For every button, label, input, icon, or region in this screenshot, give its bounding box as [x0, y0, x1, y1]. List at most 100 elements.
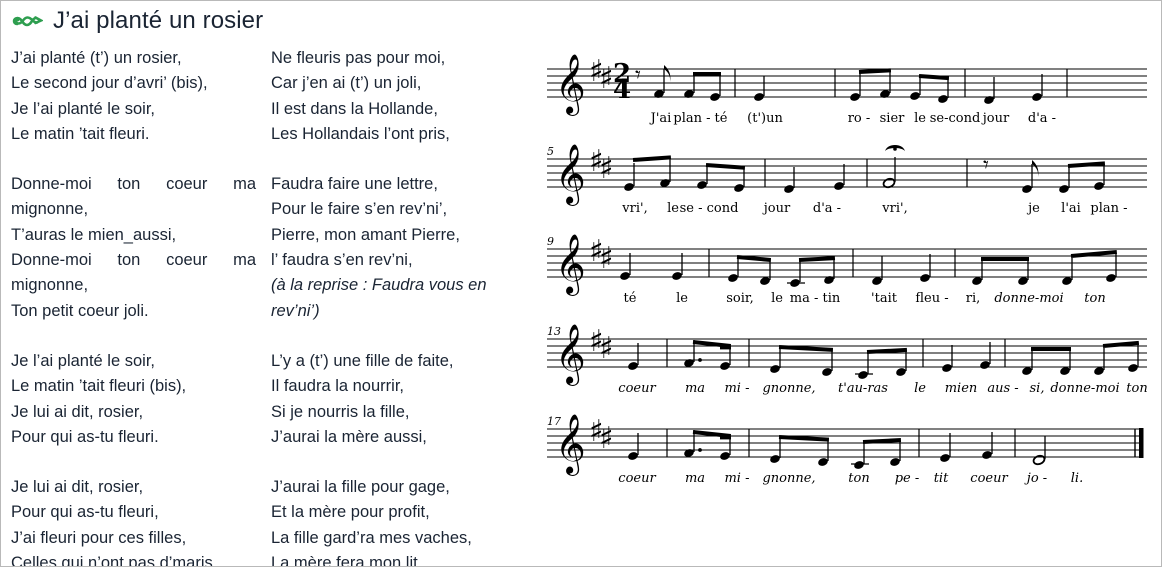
music-score: 𝄞 ♯ ♯ 24 𝄾 J'ai plan - té (t')un ro - si…	[537, 49, 1155, 549]
lyric-line: Si je nourris la fille,	[271, 402, 410, 421]
lyrics-column-left: J’ai planté (t’) un rosier, Le second jo…	[11, 46, 256, 566]
lyric-line: Ne fleuris pas pour moi,	[271, 49, 446, 67]
lyric-line: Il est dans la Hollande,	[271, 99, 438, 118]
lyric-line: Je l’ai planté le soir,	[11, 99, 155, 118]
svg-text:ma: ma	[685, 381, 705, 396]
svg-text:té: té	[715, 111, 728, 126]
lyric-line: Pour le faire s’en rev’ni’,	[271, 200, 448, 219]
note-group	[942, 342, 991, 372]
svg-text:d'a -: d'a -	[813, 201, 841, 216]
svg-text:aus -: aus -	[987, 381, 1018, 396]
treble-clef-icon: 𝄞	[555, 234, 586, 296]
treble-clef-icon: 𝄞	[555, 54, 586, 116]
treble-clef-icon: 𝄞	[555, 414, 586, 476]
lyric-line: Et la mère pour profit,	[271, 503, 430, 522]
measure-number: 9	[547, 235, 554, 248]
svg-text:tit: tit	[934, 471, 949, 486]
svg-text:le: le	[667, 201, 679, 216]
svg-text:donne-moi: donne-moi	[1050, 381, 1119, 396]
staff-lyrics: J'ai plan - té (t')un ro - sier le se-co…	[649, 111, 1056, 126]
staff-lyrics: vri', le se - cond jour d'a - vri', je l…	[621, 201, 1127, 216]
svg-text:donne-moi: donne-moi	[994, 291, 1063, 306]
lyric-line: Le second jour d’avri’ (bis),	[11, 74, 208, 93]
lyric-line: Je l’ai planté le soir,	[11, 351, 155, 370]
svg-text:jo -: jo -	[1024, 471, 1047, 486]
lyric-line: L’y a (t’) une fille de faite,	[271, 351, 454, 370]
svg-text:♯: ♯	[599, 241, 614, 276]
svg-text:mi -: mi -	[724, 381, 749, 396]
lyric-line: J’ai fleuri pour ces filles,	[11, 528, 187, 547]
stanza: J’ai planté (t’) un rosier, Le second jo…	[11, 46, 256, 147]
svg-text:mien: mien	[945, 381, 978, 396]
note-group	[628, 433, 639, 460]
svg-text:coeur: coeur	[970, 471, 1008, 486]
note-group	[728, 255, 836, 287]
title-row: J’ai planté un rosier	[11, 3, 263, 39]
measure-number: 5	[547, 145, 554, 158]
note-group	[940, 432, 993, 462]
note-group	[754, 76, 765, 101]
page-title: J’ai planté un rosier	[53, 7, 264, 34]
treble-clef-icon: 𝄞	[555, 144, 586, 206]
svg-text:coeur: coeur	[618, 471, 656, 486]
staff-system-4: 13 𝄞 ♯ ♯ coeur ma mi - gnonne, t'au-ras …	[537, 319, 1155, 409]
lyric-line: mignonne,	[11, 276, 89, 295]
svg-text:coeur: coeur	[618, 381, 656, 396]
note-group	[1022, 160, 1106, 193]
lyric-line: Le matin ’tait fleuri (bis),	[11, 377, 187, 396]
stanza: Faudra faire une lettre, Pour le faire s…	[271, 172, 516, 324]
lyric-line: (à la reprise : Faudra vous en	[271, 276, 487, 295]
svg-text:si,: si,	[1030, 381, 1045, 396]
svg-text:li.: li.	[1071, 471, 1083, 486]
svg-text:d'a -: d'a -	[1028, 111, 1056, 126]
svg-text:ton: ton	[1084, 291, 1105, 306]
svg-text:J'ai: J'ai	[649, 111, 672, 126]
lyric-line: Il faudra la nourrir,	[271, 377, 404, 396]
svg-text:sier: sier	[880, 111, 906, 126]
svg-text:ro -: ro -	[848, 111, 871, 126]
staff-system-3: 9 𝄞 ♯ ♯ té le soir, le ma - tin 'tait fl…	[537, 229, 1155, 319]
staff-lyrics: coeur ma mi - gnonne, t'au-ras le mien a…	[618, 381, 1147, 396]
lyrics-column-right: Ne fleuris pas pour moi, Car j’en ai (t’…	[271, 46, 516, 567]
time-signature: 24	[613, 59, 631, 105]
lyric-line: Je lui ai dit, rosier,	[11, 402, 144, 421]
staff-system-5: 17 𝄞 ♯ ♯ coeur ma mi - gnonne, ton pe - …	[537, 409, 1155, 499]
eighth-rest: 𝄾	[983, 153, 989, 178]
svg-text:♯: ♯	[599, 421, 614, 456]
treble-clef-icon: 𝄞	[555, 324, 586, 386]
note-group	[850, 68, 950, 103]
lyric-line: Je lui ai dit, rosier,	[11, 478, 144, 497]
svg-text:je: je	[1026, 201, 1040, 216]
lyric-line: J’ai planté (t’) un rosier,	[11, 49, 182, 67]
note-group	[784, 164, 845, 193]
stanza: Donne-moi ton coeur ma mignonne, T’auras…	[11, 172, 256, 324]
svg-text:jour: jour	[981, 111, 1010, 126]
svg-text:ri,: ri,	[966, 291, 981, 306]
lyric-line: Pour qui as-tu fleuri,	[11, 503, 159, 522]
svg-text:4: 4	[613, 75, 631, 105]
lyric-line: Faudra faire une lettre,	[271, 175, 438, 194]
svg-text:ton: ton	[848, 471, 869, 486]
svg-text:♯: ♯	[599, 61, 614, 96]
lyric-line: La fille gard’ra mes vaches,	[271, 528, 472, 547]
note-group-half	[1032, 436, 1046, 466]
svg-text:mi -: mi -	[724, 471, 749, 486]
lyric-line: Car j’en ai (t’) un joli,	[271, 74, 422, 93]
svg-text:fleu -: fleu -	[915, 291, 948, 306]
svg-text:soir,: soir,	[726, 291, 754, 306]
svg-text:ma - tin: ma - tin	[790, 291, 841, 306]
svg-text:se - cond: se - cond	[680, 201, 739, 216]
lyric-line: La mère fera mon lit.	[271, 554, 423, 567]
svg-text:se-cond: se-cond	[930, 111, 981, 126]
lyric-line: Pour qui as-tu fleuri.	[11, 427, 159, 446]
svg-text:ma: ma	[685, 471, 705, 486]
svg-text:'tait: 'tait	[871, 291, 898, 306]
svg-text:♯: ♯	[599, 331, 614, 366]
staff-system-2: 5 𝄞 ♯ ♯ 𝄾 vri', le se - cond jour d'a - …	[537, 139, 1155, 229]
note-group	[628, 343, 639, 370]
stanza: J’aurai la fille pour gage, Et la mère p…	[271, 475, 516, 567]
lyric-line: Les Hollandais l’ont pris,	[271, 124, 450, 143]
stanza: Je l’ai planté le soir, Le matin ’tait f…	[11, 349, 256, 450]
svg-text:le: le	[914, 111, 926, 126]
svg-text:plan -: plan -	[1090, 201, 1127, 216]
